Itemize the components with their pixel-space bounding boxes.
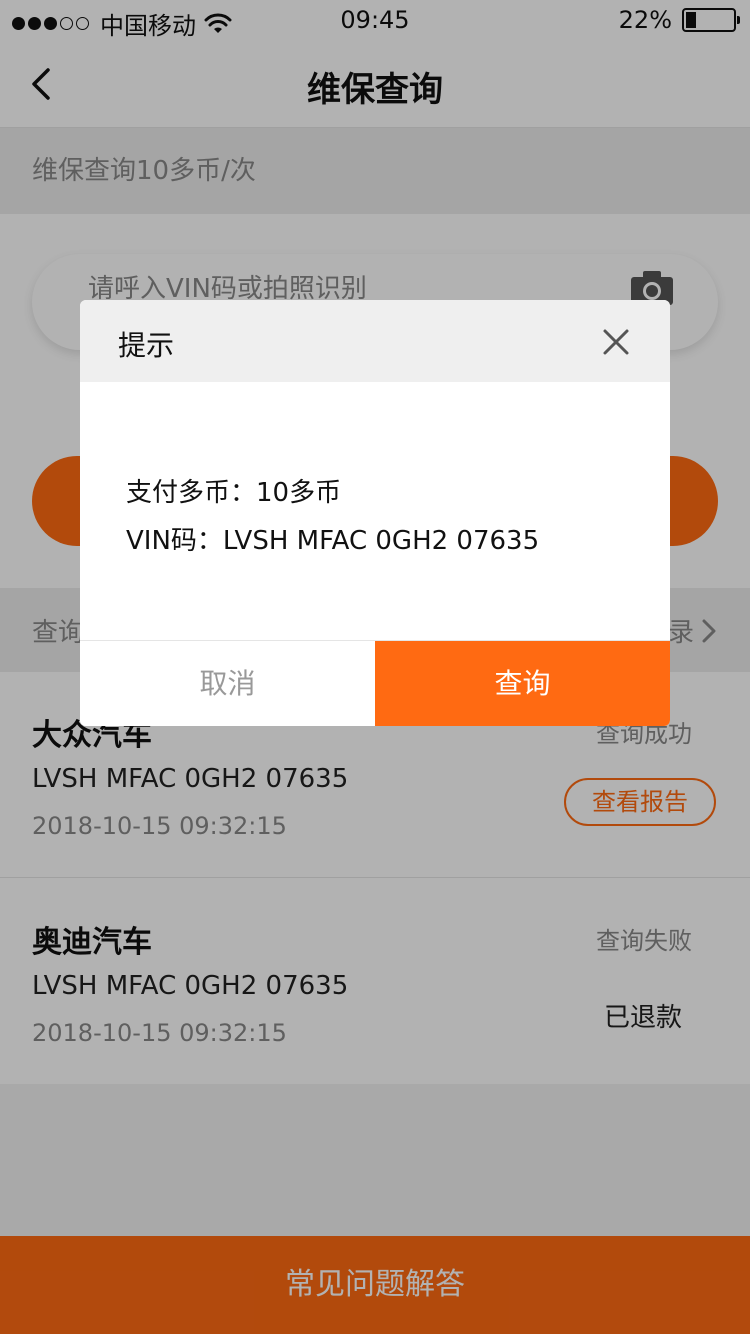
cancel-button[interactable]: 取消 (80, 641, 375, 726)
dialog-body: 支付多币：10多币 VIN码：LVSH MFAC 0GH2 07635 (80, 382, 670, 640)
close-icon[interactable] (602, 328, 630, 356)
dialog-vin-line: VIN码：LVSH MFAC 0GH2 07635 (126, 526, 540, 556)
confirm-query-button[interactable]: 查询 (375, 641, 670, 726)
dialog-footer: 取消 查询 (80, 640, 670, 726)
dialog-header: 提示 (80, 300, 670, 382)
dialog-title: 提示 (118, 329, 175, 362)
confirm-dialog: 提示 支付多币：10多币 VIN码：LVSH MFAC 0GH2 07635 取… (80, 300, 670, 726)
dialog-payment-line: 支付多币：10多币 (126, 478, 342, 508)
